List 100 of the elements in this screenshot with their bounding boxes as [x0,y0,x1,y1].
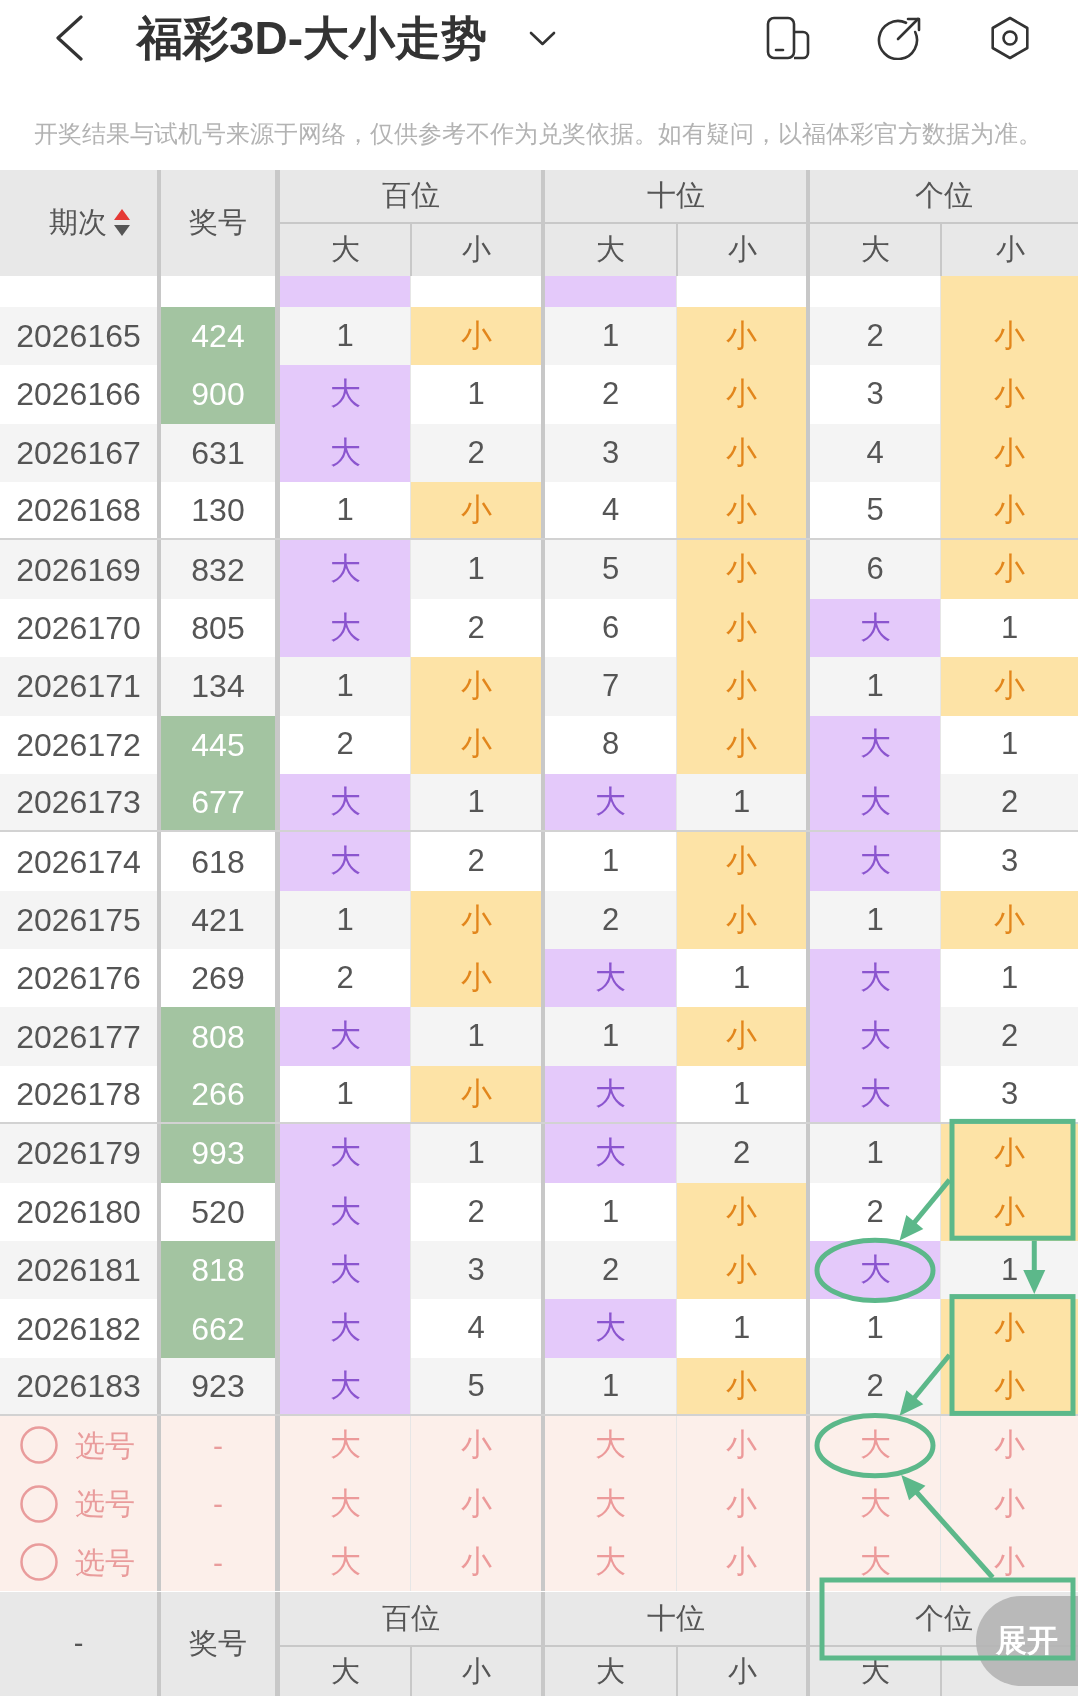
trend-cell: 小 [940,481,1078,539]
trend-cell: 1 [541,1357,676,1415]
trend-cell: 小 [410,657,541,716]
draw-number-cell: 677 [157,773,275,831]
pick-option[interactable]: 小 [410,1533,541,1592]
draw-number-cell: 900 [157,365,275,424]
subcolumn-header: 小 [410,224,541,276]
trend-cell: 大 [806,715,940,774]
trend-cell: 小 [676,715,806,774]
pick-option[interactable]: 小 [940,1416,1078,1475]
trend-cell: 大 [541,1299,676,1358]
trend-cell: 2 [410,423,541,482]
disclaimer-text: 开奖结果与试机号来源于网络，仅供参考不作为兑奖依据。如有疑问，以福体彩官方数据为准。 [34,120,1043,149]
trend-cell: 大 [275,832,410,891]
phone-tablet-icon[interactable] [766,16,810,60]
period-header[interactable]: 期次 [0,170,157,276]
trend-cell: 1 [410,1007,541,1066]
subcolumn-header: 大 [545,1647,676,1696]
pick-option[interactable]: 小 [676,1533,806,1592]
trend-cell: 小 [676,423,806,482]
trend-cell: 1 [806,657,940,716]
pick-button[interactable]: 选号 [20,1422,135,1468]
subcolumn-header: 小 [676,224,806,276]
trend-cell: 1 [541,306,676,366]
period-cell: 2026169 [0,540,157,599]
trend-cell: 大 [541,1065,676,1123]
trend-cell: 3 [541,423,676,482]
trend-cell: 4 [806,423,940,482]
period-cell: 2026179 [0,1124,157,1183]
trend-cell: 小 [676,657,806,716]
period-cell: 2026165 [0,306,157,366]
trend-cell: 小 [676,306,806,366]
trend-cell: 2 [541,890,676,950]
draw-number-cell: 266 [157,1065,275,1123]
trend-cell: 大 [806,773,940,831]
period-cell: 2026173 [0,773,157,831]
trend-cell: 小 [940,657,1078,716]
trend-cell: 2 [940,773,1078,831]
trend-cell: 6 [806,540,940,599]
back-icon[interactable] [54,15,84,61]
trend-cell: 小 [940,1124,1078,1183]
radio-icon[interactable] [20,1484,58,1523]
share-icon[interactable] [876,16,922,60]
trend-cell: 7 [541,657,676,716]
trend-cell: 小 [410,306,541,366]
draw-number-cell: 631 [157,423,275,482]
trend-cell: 大 [275,598,410,658]
subcolumn-header: 小 [410,1647,541,1696]
group-header: 十位 [545,1592,806,1645]
trend-cell: 大 [275,1357,410,1415]
trend-cell: 小 [676,598,806,658]
trend-cell: 大 [275,1241,410,1300]
title-dropdown[interactable]: 福彩3D-大小走势 [137,15,557,61]
trend-cell: 大 [806,598,940,658]
trend-cell: 大 [806,832,940,891]
trend-cell: 小 [940,540,1078,599]
pick-option[interactable]: 小 [676,1416,806,1475]
trend-cell: 大 [806,1065,940,1123]
trend-cell: 小 [410,890,541,950]
trend-cell: 小 [410,481,541,539]
pick-option[interactable]: 小 [940,1533,1078,1592]
column-header: 奖号 [157,1592,275,1696]
radio-icon[interactable] [20,1426,58,1465]
trend-cell: 小 [676,365,806,424]
group-header: 个位 [810,170,1078,222]
period-header: - [0,1592,157,1696]
settings-icon[interactable] [988,15,1032,61]
period-cell: 2026167 [0,423,157,482]
radio-icon[interactable] [20,1543,58,1582]
trend-cell: 1 [410,540,541,599]
trend-cell: 小 [676,540,806,599]
trend-cell: 5 [410,1357,541,1415]
trend-cell: 小 [676,1241,806,1300]
sort-icon[interactable] [112,208,131,238]
pick-option[interactable]: 小 [410,1416,541,1475]
period-cell: 2026183 [0,1357,157,1415]
trend-cell: 小 [676,1357,806,1415]
pick-button[interactable]: 选号 [20,1539,135,1585]
pick-button[interactable]: 选号 [20,1481,135,1527]
trend-cell: 5 [541,540,676,599]
group-header: 百位 [280,170,541,222]
draw-number-cell: 923 [157,1357,275,1415]
trend-cell: 大 [541,1124,676,1183]
draw-number-cell: 134 [157,657,275,716]
trend-cell: 大 [275,773,410,831]
trend-cell: 1 [806,1124,940,1183]
trend-cell: 大 [275,1124,410,1183]
draw-number-cell: 818 [157,1241,275,1300]
trend-cell: 1 [541,1007,676,1066]
trend-cell: 2 [806,1357,940,1415]
trend-cell: 3 [410,1241,541,1300]
period-cell: 2026175 [0,890,157,950]
trend-cell: 大 [275,1007,410,1066]
subcolumn-header: 大 [280,1647,410,1696]
trend-cell: 小 [940,365,1078,424]
group-header: 十位 [545,170,806,222]
period-cell: 2026171 [0,657,157,716]
subcolumn-header: 大 [280,224,410,276]
trend-cell: 1 [410,1124,541,1183]
trend-cell: 大 [541,773,676,831]
